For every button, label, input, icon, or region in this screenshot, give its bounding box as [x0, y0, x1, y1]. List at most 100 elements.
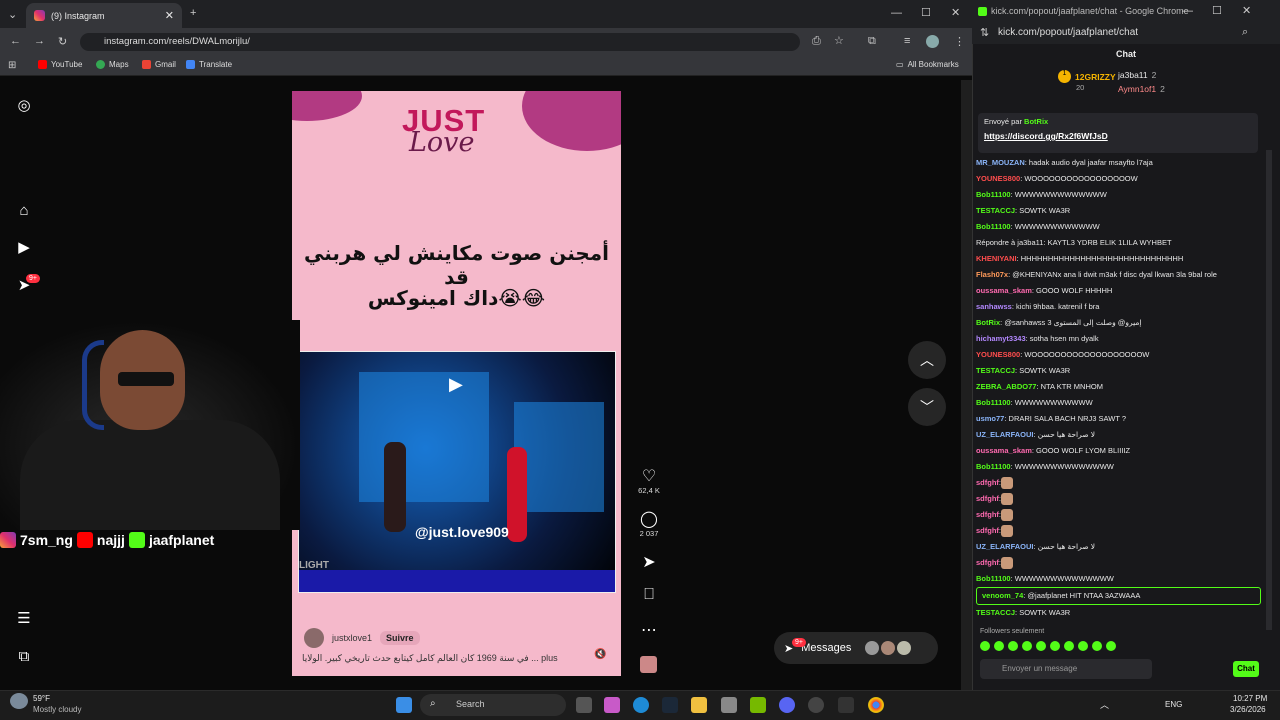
weather-icon[interactable]: [10, 693, 28, 709]
chat-message[interactable]: MR_MOUZAN: hadak audio dyal jaafar msayf…: [976, 155, 1261, 171]
start-icon[interactable]: [396, 697, 412, 713]
discord-link[interactable]: https://discord.gg/Rx2f6WfJsD: [984, 131, 1252, 141]
language-indicator[interactable]: ENG: [1165, 700, 1182, 709]
chat-username[interactable]: sanhawss: [976, 302, 1012, 311]
back-icon[interactable]: ←: [10, 35, 21, 47]
chrome-icon[interactable]: [868, 697, 884, 713]
chat-messages[interactable]: MR_MOUZAN: hadak audio dyal jaafar msayf…: [976, 155, 1261, 625]
chat-input[interactable]: Envoyer un message: [980, 659, 1152, 679]
comment-action[interactable]: ◯ 2 037: [637, 509, 661, 538]
zoom-icon[interactable]: ⌕: [1242, 26, 1248, 39]
author-username[interactable]: justxlove1: [332, 633, 372, 643]
chat-scrollbar[interactable]: [1266, 150, 1272, 630]
discord-icon[interactable]: [779, 697, 795, 713]
mute-icon[interactable]: 🔇: [594, 649, 606, 660]
url-field[interactable]: instagram.com/reels/DWALmorijlu/: [80, 33, 800, 51]
play-icon[interactable]: ▶: [449, 374, 463, 395]
tab-search-icon[interactable]: ⌄: [8, 8, 17, 21]
pinned-message[interactable]: Envoyé par BotRix https://discord.gg/Rx2…: [978, 113, 1258, 153]
media-icon[interactable]: ≡: [904, 35, 910, 47]
chat-username[interactable]: Flash07x: [976, 270, 1008, 279]
share-icon[interactable]: ➤: [637, 552, 661, 572]
chat-username[interactable]: sdfghf: [976, 526, 999, 535]
author-avatar[interactable]: [304, 628, 324, 648]
chat-username[interactable]: YOUNES800: [976, 350, 1020, 359]
chat-username[interactable]: UZ_ELARFAOUI: [976, 542, 1034, 551]
copilot-icon[interactable]: [604, 697, 620, 713]
clock-time[interactable]: 10:27 PM: [1233, 694, 1267, 703]
post-caption[interactable]: في سنة 1969 كان العالم كامل كيتابع حدث ت…: [302, 653, 572, 664]
chat-message[interactable]: ZEBRA_ABDO77: NTA KTR MNHOM: [976, 379, 1261, 395]
nvidia-icon[interactable]: [750, 697, 766, 713]
chat-message[interactable]: Bob11100: WWWWWWWWWWWWWW: [976, 571, 1261, 587]
chat-message[interactable]: hichamyt3343: sotha hsen mn dyalk: [976, 331, 1261, 347]
messages-button[interactable]: ➤ Messages: [774, 632, 938, 664]
chat-username[interactable]: sdfghf: [976, 478, 999, 487]
save-icon[interactable]: ⎕: [637, 586, 661, 604]
extensions-icon[interactable]: ⧉: [868, 35, 876, 48]
calculator-icon[interactable]: [721, 697, 737, 713]
reload-icon[interactable]: ↻: [58, 35, 67, 48]
follow-button[interactable]: Suivre: [380, 631, 420, 645]
chat-message[interactable]: TESTACCJ: SOWTK WA3R: [976, 363, 1261, 379]
chat-message[interactable]: Répondre à ja3ba11: KAYTL3 YDRB ELIK 1LI…: [976, 235, 1261, 251]
chat-message[interactable]: Bob11100: WWWWWWWWWWW: [976, 395, 1261, 411]
chat-message[interactable]: sdfghf:: [976, 523, 1261, 539]
chat-username[interactable]: Bob11100: [976, 574, 1011, 583]
threads-icon[interactable]: ⧉: [14, 646, 34, 666]
chat-username[interactable]: TESTACCJ: [976, 608, 1015, 617]
chat-message[interactable]: YOUNES800: WOOOOOOOOOOOOOOOOOOOW: [976, 347, 1261, 363]
all-bookmarks[interactable]: ▭ All Bookmarks: [896, 60, 959, 69]
chat-username[interactable]: BotRix: [976, 318, 1000, 327]
chat-username[interactable]: oussama_skam: [976, 286, 1032, 295]
chat-message[interactable]: KHENIYANI: HHHHHHHHHHHHHHHHHHHHHHHHHHHHH…: [976, 251, 1261, 267]
chat-username[interactable]: TESTACCJ: [976, 206, 1015, 215]
chat-username[interactable]: UZ_ELARFAOUI: [976, 430, 1034, 439]
chat-message[interactable]: sanhawss: kichi 9hbaa. katrenil f bra: [976, 299, 1261, 315]
chat-username[interactable]: Bob11100: [976, 462, 1011, 471]
chat-message[interactable]: Bob11100: WWWWWWWWWWWW: [976, 219, 1261, 235]
steam-icon[interactable]: [662, 697, 678, 713]
chat-message[interactable]: venoom_74: @jaafplanet HIT NTAA 3AZWAAA: [976, 587, 1261, 605]
chat-username[interactable]: sdfghf: [976, 494, 999, 503]
send-chat-button[interactable]: Chat: [1233, 661, 1259, 677]
bookmark-star-icon[interactable]: ☆: [834, 34, 844, 47]
app-icon[interactable]: [838, 697, 854, 713]
more-menu-icon[interactable]: ☰: [14, 608, 34, 628]
chat-message[interactable]: sdfghf:: [976, 507, 1261, 523]
chat-message[interactable]: UZ_ELARFAOUI: لا صراحة هيا حسن: [976, 427, 1261, 443]
like-action[interactable]: ♡ 62,4 K: [637, 466, 661, 495]
install-icon[interactable]: ⎙: [812, 35, 821, 48]
chat-username[interactable]: ZEBRA_ABDO77: [976, 382, 1036, 391]
next-reel-button[interactable]: ﹀: [908, 388, 946, 426]
chat-message[interactable]: TESTACCJ: SOWTK WA3R: [976, 605, 1261, 621]
home-icon[interactable]: ⌂: [14, 200, 34, 220]
tray-chevron-icon[interactable]: ︿: [1100, 698, 1109, 711]
chat-username[interactable]: hichamyt3343: [976, 334, 1026, 343]
chat-username[interactable]: TESTACCJ: [976, 366, 1015, 375]
chat-message[interactable]: sdfghf:: [976, 475, 1261, 491]
chat-message[interactable]: YOUNES800: WOOOOOOOOOOOOOOOOOW: [976, 171, 1261, 187]
file-explorer-icon[interactable]: [691, 697, 707, 713]
instagram-logo-icon[interactable]: ◎: [14, 95, 34, 115]
chat-message[interactable]: sdfghf:: [976, 555, 1261, 571]
embedded-video[interactable]: ▶ @just.love909 LIGHT: [298, 351, 616, 593]
chat-message[interactable]: sdfghf:: [976, 491, 1261, 507]
emote-bar[interactable]: [980, 641, 1116, 651]
apps-grid-icon[interactable]: ⊞: [8, 60, 16, 71]
reel-post[interactable]: JUST Love أمجنن صوت مكاينش لي هربني قد د…: [292, 91, 621, 676]
maximize-icon[interactable]: ☐: [1212, 4, 1222, 17]
menu-icon[interactable]: ⋮: [954, 35, 965, 48]
maximize-icon[interactable]: ☐: [921, 6, 931, 19]
chat-username[interactable]: YOUNES800: [976, 174, 1020, 183]
minimize-icon[interactable]: —: [1182, 5, 1193, 17]
close-window-icon[interactable]: ✕: [1242, 4, 1251, 17]
page-scrollbar[interactable]: [961, 80, 972, 690]
task-view-icon[interactable]: [576, 697, 592, 713]
clock-date[interactable]: 3/26/2026: [1230, 705, 1266, 714]
chat-url[interactable]: kick.com/popout/jaafplanet/chat: [972, 22, 1280, 44]
chat-username[interactable]: sdfghf: [976, 558, 999, 567]
chat-message[interactable]: BotRix: @sanhawss 3 إميرو@ وصلت إلى المس…: [976, 315, 1261, 331]
edge-icon[interactable]: [633, 697, 649, 713]
heart-icon[interactable]: ♡: [637, 466, 661, 486]
